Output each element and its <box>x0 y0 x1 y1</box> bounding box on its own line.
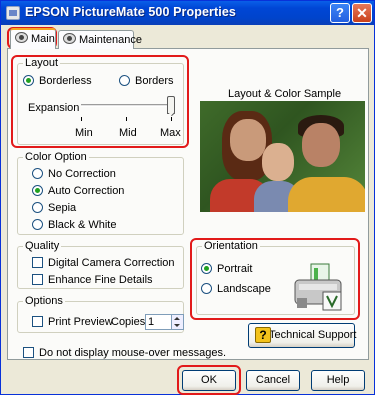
auto-correction-radio[interactable]: Auto Correction <box>32 185 124 197</box>
printer-settings-icon <box>15 32 28 43</box>
print-preview-label: Print Preview <box>48 316 113 328</box>
black-white-radio[interactable]: Black & White <box>32 219 116 231</box>
black-white-label: Black & White <box>48 219 117 231</box>
options-title: Options <box>23 295 65 307</box>
enhance-fine-details-checkbox[interactable]: Enhance Fine Details <box>32 274 153 286</box>
portrait-dot[interactable] <box>201 263 212 274</box>
print-preview-checkbox[interactable]: Print Preview <box>32 316 113 328</box>
slider-tick-max <box>171 117 172 121</box>
window-title: EPSON PictureMate 500 Properties <box>25 5 236 19</box>
portrait-label: Portrait <box>217 263 253 275</box>
digital-camera-correction-checkbox[interactable]: Digital Camera Correction <box>32 257 175 269</box>
copies-label: Copies <box>111 316 146 328</box>
landscape-dot[interactable] <box>201 283 212 294</box>
slider-tick-mid <box>126 117 127 121</box>
expansion-slider-track[interactable] <box>81 104 173 107</box>
sepia-radio[interactable]: Sepia <box>32 202 76 214</box>
sepia-label: Sepia <box>48 202 77 214</box>
no-correction-label: No Correction <box>48 168 116 180</box>
tab-maintenance[interactable]: Maintenance <box>58 30 142 49</box>
title-bar[interactable]: EPSON PictureMate 500 Properties ? ✕ <box>1 1 374 25</box>
landscape-label: Landscape <box>217 283 271 295</box>
no-correction-dot[interactable] <box>32 168 43 179</box>
layout-color-sample-image <box>200 101 365 212</box>
tab-main-label: Main <box>31 33 55 45</box>
portrait-radio[interactable]: Portrait <box>201 263 252 275</box>
tab-main[interactable]: Main <box>10 28 56 49</box>
color-option-title: Color Option <box>23 151 89 163</box>
auto-correction-label: Auto Correction <box>48 185 125 197</box>
printer-app-icon <box>6 6 20 20</box>
slider-tick-min <box>81 117 82 121</box>
printer-portrait-icon <box>294 263 342 311</box>
copies-input[interactable]: 1 <box>145 314 173 330</box>
digital-camera-correction-label: Digital Camera Correction <box>48 257 175 269</box>
landscape-radio[interactable]: Landscape <box>201 283 271 295</box>
question-mark-icon: ? <box>255 327 271 343</box>
borderless-radio[interactable]: Borderless <box>23 75 92 87</box>
borderless-label: Borderless <box>39 75 92 87</box>
help-button[interactable]: Help <box>311 370 365 391</box>
quality-title: Quality <box>23 240 62 252</box>
properties-window: EPSON PictureMate 500 Properties ? ✕ Mai… <box>0 0 375 395</box>
expansion-slider-thumb[interactable] <box>167 96 175 114</box>
ok-button[interactable]: OK <box>182 370 236 391</box>
auto-correction-dot[interactable] <box>32 185 43 196</box>
borders-radio[interactable]: Borders <box>119 75 174 87</box>
borderless-radio-dot[interactable] <box>23 75 34 86</box>
orientation-title: Orientation <box>202 240 260 252</box>
help-title-button[interactable]: ? <box>330 3 350 23</box>
no-correction-radio[interactable]: No Correction <box>32 168 116 180</box>
stepper-up-icon[interactable] <box>174 317 180 320</box>
copies-stepper[interactable] <box>171 314 184 330</box>
tab-maintenance-label: Maintenance <box>79 34 142 46</box>
close-button[interactable]: ✕ <box>352 3 372 23</box>
mouseover-messages-label: Do not display mouse-over messages. <box>39 347 227 359</box>
layout-group-title: Layout <box>23 57 61 69</box>
mouseover-messages-checkbox[interactable]: Do not display mouse-over messages. <box>23 347 226 359</box>
print-preview-box[interactable] <box>32 316 43 327</box>
technical-support-button[interactable]: ? Technical Support <box>248 323 357 348</box>
borders-label: Borders <box>135 75 174 87</box>
stepper-down-icon[interactable] <box>174 324 180 327</box>
maintenance-icon <box>63 33 76 44</box>
enhance-fine-details-box[interactable] <box>32 274 43 285</box>
borders-radio-dot[interactable] <box>119 75 130 86</box>
black-white-dot[interactable] <box>32 219 43 230</box>
technical-support-label: Technical Support <box>269 329 357 341</box>
cancel-button[interactable]: Cancel <box>246 370 300 391</box>
digital-camera-correction-box[interactable] <box>32 257 43 268</box>
expansion-label: Expansion <box>28 102 80 114</box>
sample-title: Layout & Color Sample <box>228 88 342 100</box>
enhance-fine-details-label: Enhance Fine Details <box>48 274 153 286</box>
slider-mid-label: Mid <box>119 127 137 139</box>
slider-max-label: Max <box>160 127 181 139</box>
sepia-dot[interactable] <box>32 202 43 213</box>
slider-min-label: Min <box>75 127 93 139</box>
mouseover-messages-box[interactable] <box>23 347 34 358</box>
